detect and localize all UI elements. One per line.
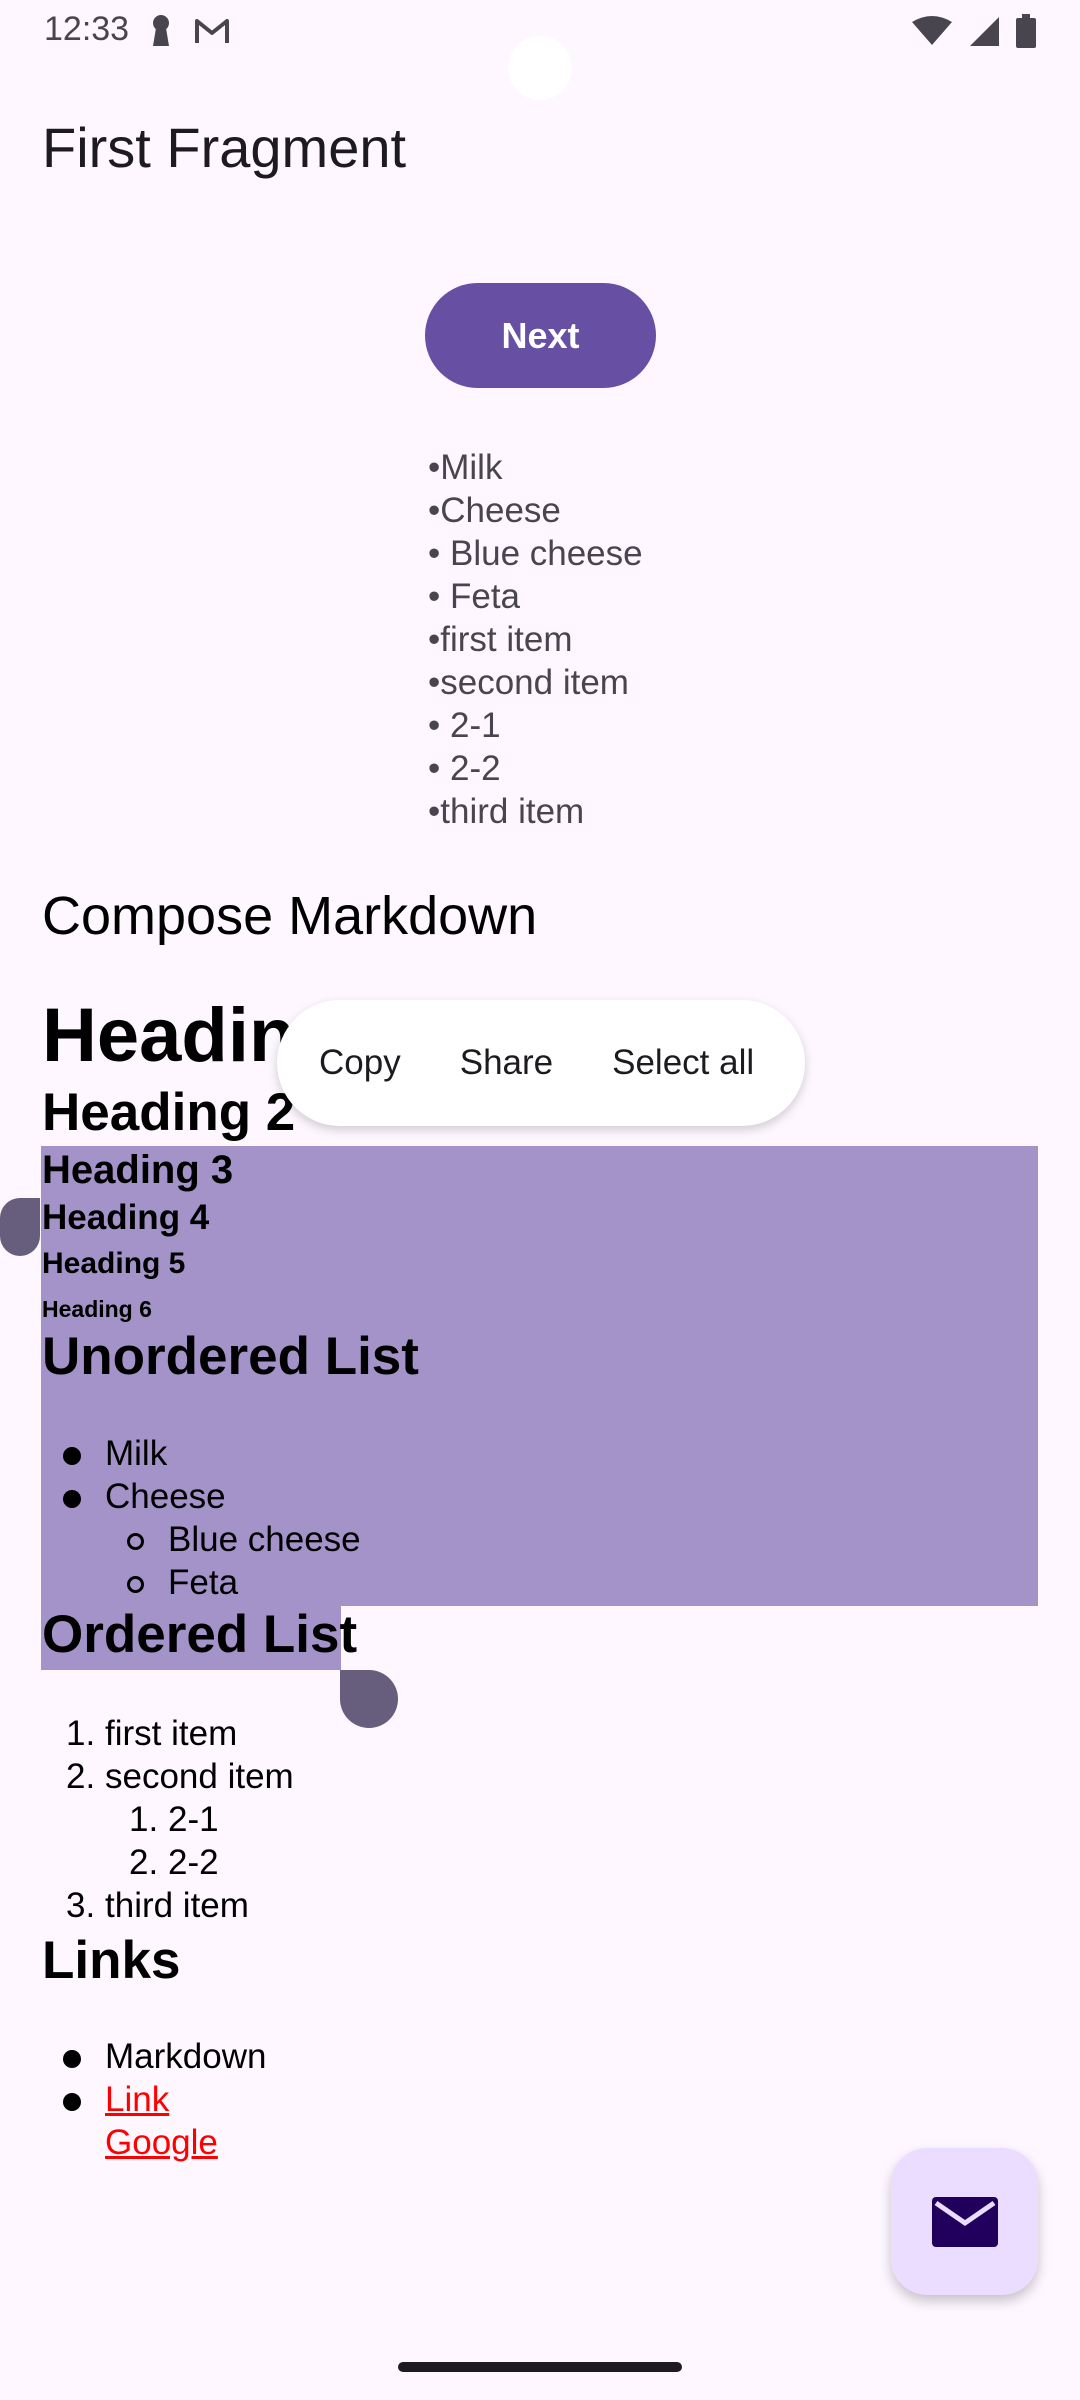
list-item: • 2-1	[428, 706, 501, 745]
next-button[interactable]: Next	[425, 283, 656, 388]
mail-fab-button[interactable]	[891, 2148, 1038, 2295]
list-number: 3.	[66, 1886, 96, 1925]
status-left-icons	[150, 14, 230, 48]
list-number: 2.	[129, 1843, 159, 1882]
status-time: 12:33	[44, 10, 130, 48]
selection-handle-end[interactable]	[340, 1670, 398, 1728]
list-item: Feta	[168, 1563, 239, 1602]
list-item: Cheese	[105, 1477, 226, 1516]
status-right-icons	[912, 14, 1036, 48]
list-item: •second item	[428, 663, 629, 702]
heading-3: Heading 3	[42, 1148, 234, 1192]
gesture-nav-handle[interactable]	[398, 2362, 682, 2372]
copy-menu-item[interactable]: Copy	[319, 1043, 401, 1083]
bullet-dot	[63, 2093, 81, 2111]
link-google[interactable]: Google	[105, 2123, 218, 2163]
list-item: •Cheese	[428, 491, 561, 530]
compose-markdown-title: Compose Markdown	[42, 886, 538, 946]
bullet-ring	[127, 1533, 144, 1550]
bullet-dot	[63, 1490, 81, 1508]
list-item: •third item	[428, 792, 585, 831]
gmail-icon	[195, 19, 229, 43]
select-all-menu-item[interactable]: Select all	[612, 1043, 754, 1083]
links-heading: Links	[42, 1931, 181, 1990]
wifi-icon	[912, 16, 952, 45]
heading-4: Heading 4	[42, 1198, 210, 1237]
list-item: • Feta	[428, 577, 521, 616]
list-item: first item	[105, 1714, 238, 1753]
list-item: Markdown	[105, 2037, 267, 2076]
list-item: second item	[105, 1757, 294, 1796]
ordered-list-heading: Ordered List	[42, 1605, 358, 1664]
list-item: •Milk	[428, 448, 503, 487]
share-menu-item[interactable]: Share	[460, 1043, 553, 1083]
list-item: 2-1	[168, 1800, 219, 1839]
list-item: •first item	[428, 620, 573, 659]
text-selection-menu: Copy Share Select all	[277, 1000, 805, 1126]
plain-text-list: •Milk •Cheese • Blue cheese • Feta •firs…	[428, 446, 643, 833]
unordered-list-heading: Unordered List	[42, 1327, 419, 1386]
list-number: 2.	[66, 1757, 96, 1796]
keyhole-icon	[153, 15, 169, 46]
heading-6: Heading 6	[42, 1296, 152, 1322]
list-item: Blue cheese	[168, 1520, 361, 1559]
heading-5: Heading 5	[42, 1247, 186, 1280]
bullet-dot	[63, 1447, 81, 1465]
list-number: 1.	[129, 1800, 159, 1839]
signal-icon	[970, 17, 999, 46]
list-item: • 2-2	[428, 749, 501, 788]
battery-icon	[1016, 14, 1036, 48]
bullet-ring	[127, 1576, 144, 1593]
selection-handle-start[interactable]	[0, 1198, 40, 1256]
heading-2: Heading 2	[42, 1083, 296, 1142]
camera-cutout	[508, 36, 572, 100]
list-item: 2-2	[168, 1843, 219, 1882]
list-item: • Blue cheese	[428, 534, 643, 573]
list-number: 1.	[66, 1714, 96, 1753]
list-item: third item	[105, 1886, 249, 1925]
mail-icon	[931, 2196, 998, 2247]
link-item[interactable]: Link	[105, 2080, 169, 2120]
bullet-dot	[63, 2050, 81, 2068]
page-title: First Fragment	[42, 116, 407, 179]
list-item: Milk	[105, 1434, 168, 1473]
